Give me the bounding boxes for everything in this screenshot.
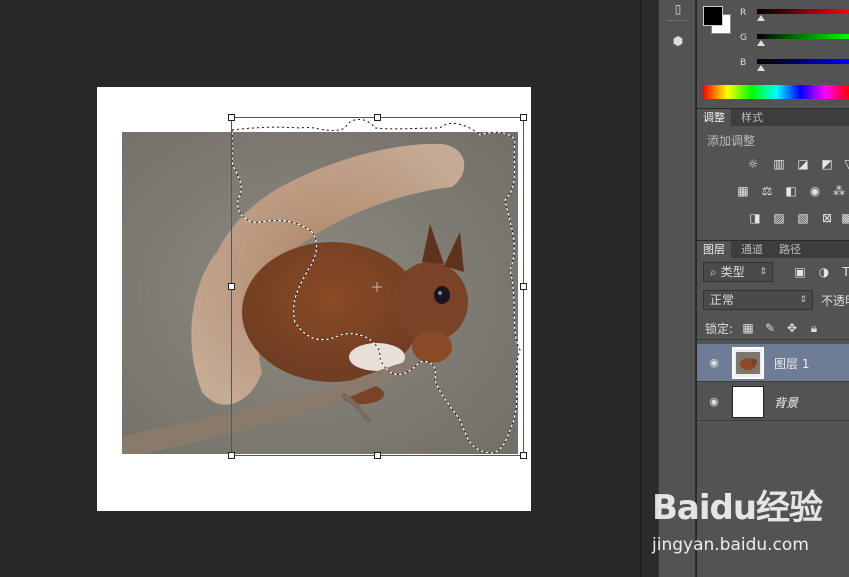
lock-row: 锁定: ▦ ✎ ✥ 🔒︎ [697, 318, 849, 340]
watermark-url: jingyan.baidu.com [652, 535, 809, 555]
lock-transparent-icon[interactable]: ▦ [741, 321, 755, 335]
transform-handle-top-center[interactable] [374, 114, 381, 121]
adjustments-panel-body: 添加调整 ☼ ▥ ◪ ◩ ▽ ▦ ⚖ ◧ ◉ ⁂ ◨ ▨ ▧ ⊠ ▩ [697, 126, 849, 239]
channel-mixer-icon[interactable]: ⁂ [831, 184, 847, 198]
channel-r-thumb[interactable] [757, 15, 765, 21]
photo-filter-icon[interactable]: ◉ [807, 184, 823, 198]
layers-tab-row: 图层 通道 路径 [697, 240, 849, 259]
channel-g-slider[interactable] [757, 34, 849, 39]
exposure-icon[interactable]: ◩ [819, 157, 835, 171]
channel-g-label: G [740, 33, 747, 43]
transform-handle-middle-left[interactable] [228, 283, 235, 290]
adjustments-tab-row: 调整 样式 [697, 108, 849, 127]
3d-cube-icon[interactable]: ⬢ [668, 32, 688, 50]
transform-handle-bottom-right[interactable] [520, 452, 527, 459]
color-panel: R G B [697, 0, 849, 106]
blend-mode-value: 正常 [710, 293, 735, 307]
transform-handle-middle-right[interactable] [520, 283, 527, 290]
add-adjustment-label: 添加调整 [707, 134, 756, 148]
layer-name[interactable]: 背景 [774, 394, 798, 411]
layer-filter-value: 类型 [720, 265, 745, 279]
channel-g-thumb[interactable] [757, 40, 765, 46]
channel-b-label: B [740, 58, 747, 68]
watermark-logo: Baidu经验 [652, 488, 823, 528]
blend-mode-select[interactable]: 正常 ⇕ [703, 290, 813, 310]
lock-position-move-icon[interactable]: ✥ [785, 321, 799, 335]
foreground-color-swatch[interactable] [703, 6, 723, 26]
layer-row[interactable]: ◉ 背景 [697, 383, 849, 421]
tab-layers[interactable]: 图层 [697, 241, 731, 259]
canvas-area[interactable] [0, 0, 640, 577]
search-icon: ⌕ [710, 265, 717, 279]
brightness-icon[interactable]: ☼ [745, 157, 761, 171]
filter-pixel-icon[interactable]: ▣ [792, 265, 808, 279]
channel-r-label: R [740, 8, 747, 18]
layer-thumbnail [732, 347, 764, 379]
lock-paint-brush-icon[interactable]: ✎ [763, 321, 777, 335]
selective-color-icon[interactable]: ⊠ [819, 211, 835, 225]
invert-icon[interactable]: ◨ [747, 211, 763, 225]
tab-paths[interactable]: 路径 [773, 241, 807, 259]
transform-handle-top-right[interactable] [520, 114, 527, 121]
channel-b-slider[interactable] [757, 59, 849, 64]
transform-handle-bottom-center[interactable] [374, 452, 381, 459]
layer-name[interactable]: 图层 1 [774, 355, 809, 372]
channel-r-slider[interactable] [757, 9, 849, 14]
posterize-icon[interactable]: ▨ [771, 211, 787, 225]
threshold-icon[interactable]: ▧ [795, 211, 811, 225]
transform-handle-top-left[interactable] [228, 114, 235, 121]
eye-visibility-icon[interactable]: ◉ [707, 356, 721, 370]
filter-type-icon[interactable]: T [838, 265, 849, 279]
tab-styles[interactable]: 样式 [735, 109, 769, 127]
chevron-updown-icon: ⇕ [759, 267, 767, 277]
tab-adjustments[interactable]: 调整 [697, 109, 731, 127]
photoshop-window: ▯ ⬢ R G B 调整 样式 添加调整 ☼ ▥ ◪ ◩ ▽ ▦ ⚖ ◧ ◉ ⁂… [0, 0, 849, 577]
layer-thumbnail [732, 386, 764, 418]
baidu-jingyan-watermark: Baidu经验 jingyan.baidu.com [648, 480, 848, 560]
color-spectrum-ramp[interactable] [703, 85, 849, 99]
lock-all-icon[interactable]: 🔒︎ [807, 321, 821, 335]
history-icon[interactable]: ▯ [668, 0, 688, 18]
layer-row[interactable]: ◉ 图层 1 [697, 344, 849, 382]
marching-ants-selection [231, 118, 521, 454]
tab-channels[interactable]: 通道 [735, 241, 769, 259]
eye-visibility-icon[interactable]: ◉ [707, 395, 721, 409]
color-balance-icon[interactable]: ⚖ [759, 184, 775, 198]
layer-filter-select[interactable]: ⌕ 类型 ⇕ [703, 262, 773, 282]
vibrance-icon[interactable]: ▽ [841, 157, 849, 171]
strip-grip[interactable] [668, 20, 688, 23]
curves-icon[interactable]: ◪ [795, 157, 811, 171]
gradient-map-icon[interactable]: ▩ [839, 211, 849, 225]
transform-handle-bottom-left[interactable] [228, 452, 235, 459]
levels-icon[interactable]: ▥ [771, 157, 787, 171]
filter-adjustment-icon[interactable]: ◑ [816, 265, 832, 279]
opacity-label: 不透明 [821, 294, 849, 308]
black-white-icon[interactable]: ◧ [783, 184, 799, 198]
chevron-updown-icon: ⇕ [799, 295, 807, 305]
lock-label: 锁定: [705, 322, 734, 336]
hue-saturation-icon[interactable]: ▦ [735, 184, 751, 198]
channel-b-thumb[interactable] [757, 65, 765, 71]
